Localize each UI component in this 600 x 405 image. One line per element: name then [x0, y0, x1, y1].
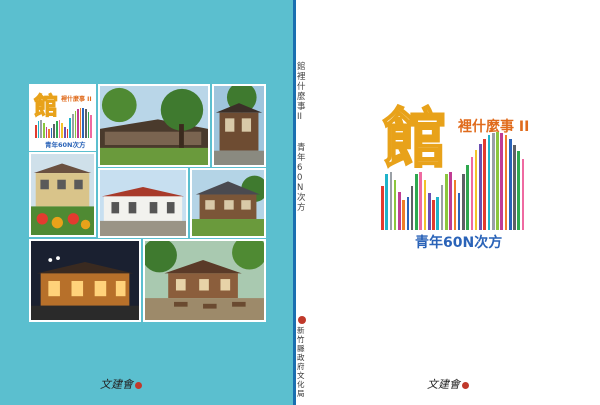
barcode-stripe [45, 126, 48, 138]
barcode-stripe [462, 173, 465, 230]
barcode-stripe [79, 108, 82, 138]
signature-text: 文建會 [427, 378, 460, 391]
mini-barcode-graphic [35, 108, 93, 138]
barcode-stripe [381, 185, 384, 230]
barcode-stripe [85, 109, 87, 138]
barcode-stripe [77, 109, 79, 138]
barcode-stripe [90, 114, 92, 138]
barcode-stripe [436, 197, 440, 230]
barcode-stripe [56, 120, 58, 138]
barcode-stripe [69, 117, 71, 138]
barcode-stripe [87, 111, 90, 138]
back-cover: 館 裡什麼事 II 青年60N次方 [0, 0, 293, 405]
mini-logo-tile: 館 裡什麼事 II 青年60N次方 [29, 84, 96, 151]
barcode-stripe [496, 132, 499, 230]
mini-logo-subtitle: 裡什麼事 II [61, 96, 92, 103]
photo-cafe-patio [143, 239, 266, 322]
barcode-stripe [427, 192, 431, 230]
barcode-stripe [508, 139, 512, 230]
barcode-stripe [66, 128, 69, 138]
barcode-stripe [389, 171, 393, 230]
spine-seal-icon [298, 316, 306, 324]
barcode-stripe [453, 180, 457, 230]
barcode-stripe [470, 157, 474, 230]
front-cover: 館 裡什麼事 II 青年60N次方 文建會 [309, 0, 600, 405]
photo-lit-building-night [29, 239, 141, 322]
barcode-stripe [479, 143, 482, 230]
barcode-stripe [42, 122, 45, 138]
seal-icon [462, 381, 469, 389]
back-seal-icon [135, 381, 142, 389]
barcode-stripe [474, 150, 478, 230]
barcode-stripe [517, 151, 521, 230]
barcode-stripe [419, 171, 423, 230]
barcode-stripe [74, 111, 77, 138]
barcode-stripe [491, 132, 495, 230]
signature-logo: 文建會 [427, 376, 469, 392]
barcode-stripe [444, 174, 448, 230]
barcode-stripe [457, 192, 461, 230]
logo-tagline: 青年60N次方 [415, 235, 503, 251]
barcode-stripe [432, 200, 435, 230]
barcode-stripe [423, 179, 427, 230]
barcode-stripe [53, 124, 56, 138]
barcode-stripe [521, 158, 525, 230]
barcode-stripe [500, 132, 504, 230]
barcode-stripe [64, 126, 66, 138]
spine-publisher: 新竹縣政府文化局 [297, 326, 305, 398]
barcode-stripe [50, 127, 53, 138]
photo-white-building-red-roof [98, 168, 188, 238]
barcode-stripe [402, 200, 405, 230]
barcode-stripe [513, 144, 516, 230]
barcode-stripe [40, 120, 42, 138]
photo-japanese-house [212, 84, 266, 167]
mini-logo-tagline: 青年60N次方 [45, 141, 86, 149]
barcode-stripe [61, 122, 63, 138]
barcode-stripe [35, 124, 37, 138]
back-signature-text: 文建會 [100, 378, 133, 391]
barcode-stripe [449, 171, 452, 230]
back-signature-logo: 文建會 [100, 376, 142, 392]
barcode-stripe [415, 174, 418, 230]
barcode-stripe [466, 165, 469, 230]
barcode-stripe [71, 114, 74, 138]
photo-yellow-house-garden [29, 152, 96, 237]
barcode-stripe [393, 179, 397, 230]
barcode-stripe [58, 120, 61, 138]
barcode-stripe [82, 108, 85, 138]
barcode-graphic [381, 132, 526, 230]
barcode-stripe [37, 120, 40, 138]
barcode-stripe [48, 128, 50, 138]
barcode-stripe [440, 185, 444, 230]
barcode-stripe [410, 185, 414, 230]
barcode-stripe [483, 138, 486, 230]
barcode-stripe [504, 135, 508, 230]
spine-title: 館裡什麼事II [297, 62, 306, 122]
photo-tree-courtyard [98, 84, 210, 167]
barcode-stripe [406, 197, 410, 230]
barcode-stripe [385, 174, 388, 230]
barcode-stripe [487, 134, 491, 230]
photo-wooden-house-porch [190, 168, 266, 238]
spine-subtitle: 青年60N次方 [297, 143, 306, 213]
barcode-stripe [398, 192, 401, 230]
